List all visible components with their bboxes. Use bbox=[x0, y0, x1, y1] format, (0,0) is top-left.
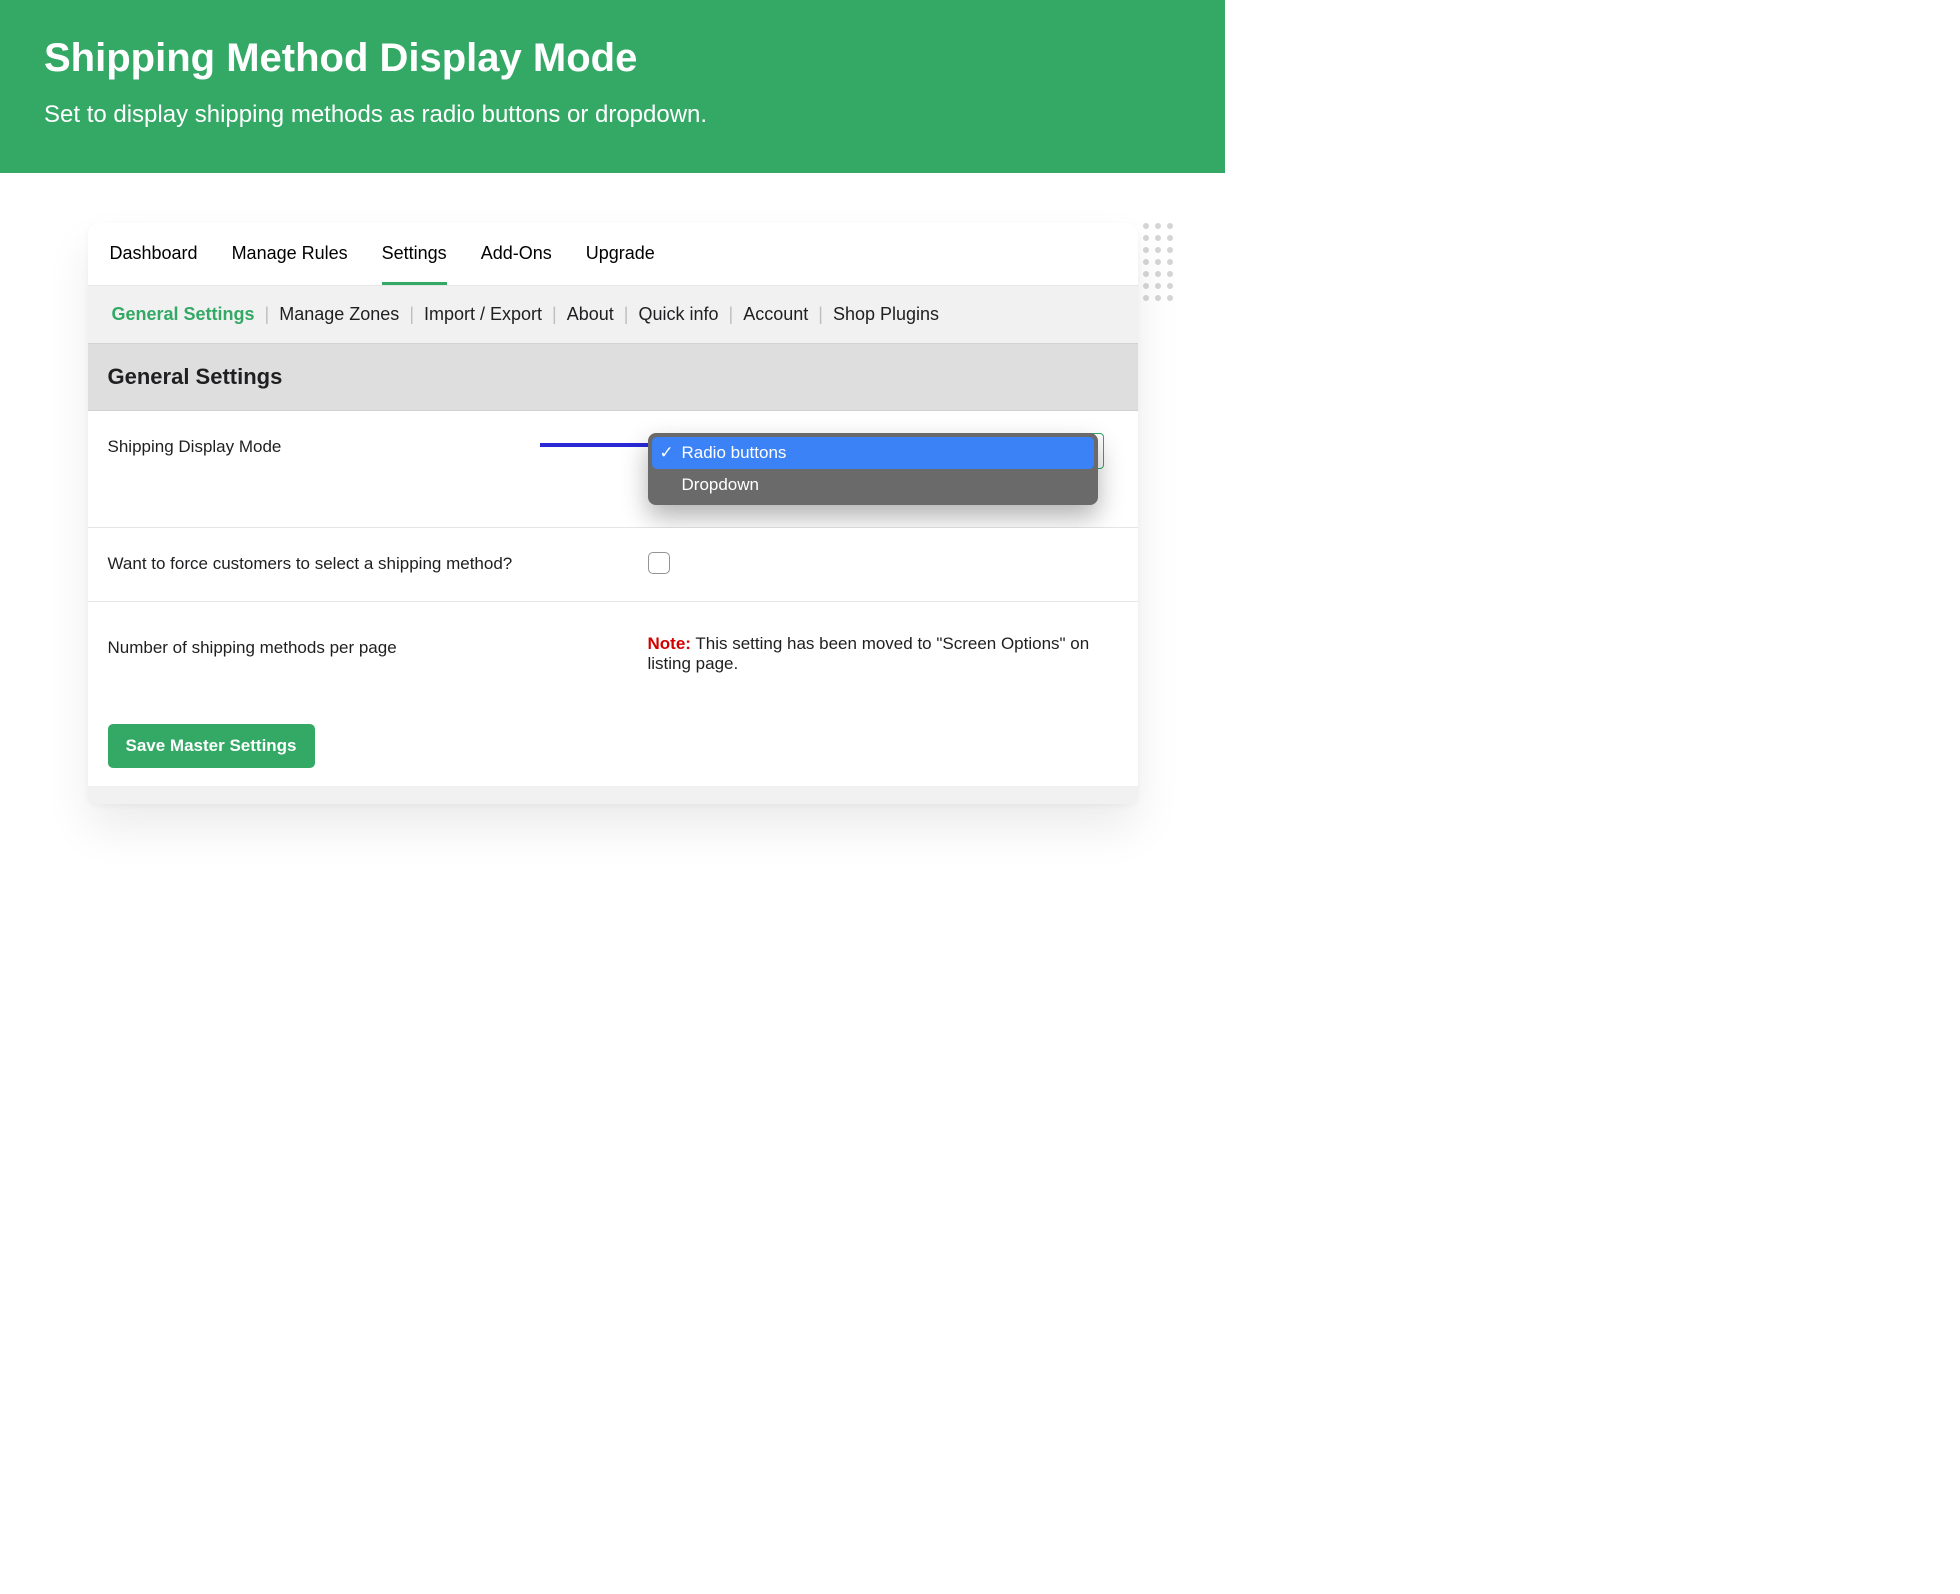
primary-tabs: Dashboard Manage Rules Settings Add-Ons … bbox=[88, 223, 1138, 286]
option-dropdown[interactable]: ✓ Dropdown bbox=[652, 469, 1094, 501]
check-icon: ✓ bbox=[660, 443, 674, 463]
label-shipping-display-mode: Shipping Display Mode bbox=[108, 433, 648, 457]
section-heading: General Settings bbox=[88, 343, 1138, 411]
subtab-manage-zones[interactable]: Manage Zones bbox=[269, 304, 409, 325]
shipping-display-mode-dropdown[interactable]: ✓ Radio buttons ✓ Dropdown bbox=[648, 433, 1098, 505]
settings-panel: Dashboard Manage Rules Settings Add-Ons … bbox=[88, 223, 1138, 804]
subtab-account[interactable]: Account bbox=[733, 304, 818, 325]
save-row: Save Master Settings bbox=[88, 706, 1138, 786]
label-force-select: Want to force customers to select a ship… bbox=[108, 550, 648, 574]
subtab-shop-plugins[interactable]: Shop Plugins bbox=[823, 304, 949, 325]
note-text: This setting has been moved to "Screen O… bbox=[648, 634, 1090, 673]
tab-manage-rules[interactable]: Manage Rules bbox=[232, 223, 348, 285]
note-methods-per-page: Note: This setting has been moved to "Sc… bbox=[648, 634, 1118, 674]
row-force-select: Want to force customers to select a ship… bbox=[88, 528, 1138, 602]
content-stage: Dashboard Manage Rules Settings Add-Ons … bbox=[0, 173, 1225, 914]
decorative-dot-grid bbox=[1143, 223, 1181, 301]
force-select-checkbox[interactable] bbox=[648, 552, 670, 574]
subtab-import-export[interactable]: Import / Export bbox=[414, 304, 552, 325]
tab-settings[interactable]: Settings bbox=[382, 223, 447, 285]
tab-dashboard[interactable]: Dashboard bbox=[110, 223, 198, 285]
row-shipping-display-mode: Shipping Display Mode ✓ Radio buttons ✓ bbox=[88, 411, 1138, 528]
note-prefix: Note: bbox=[648, 634, 691, 653]
hero-banner: Shipping Method Display Mode Set to disp… bbox=[0, 0, 1225, 173]
option-label: Dropdown bbox=[682, 475, 760, 495]
save-master-settings-button[interactable]: Save Master Settings bbox=[108, 724, 315, 768]
page-title: Shipping Method Display Mode bbox=[44, 36, 1181, 81]
control-shipping-display-mode: ✓ Radio buttons ✓ Dropdown bbox=[648, 433, 1118, 505]
tab-add-ons[interactable]: Add-Ons bbox=[481, 223, 552, 285]
subtab-about[interactable]: About bbox=[557, 304, 624, 325]
subtab-quick-info[interactable]: Quick info bbox=[628, 304, 728, 325]
option-radio-buttons[interactable]: ✓ Radio buttons bbox=[652, 437, 1094, 469]
page-subtitle: Set to display shipping methods as radio… bbox=[44, 101, 1181, 129]
label-methods-per-page: Number of shipping methods per page bbox=[108, 634, 648, 658]
secondary-tabs: General Settings | Manage Zones | Import… bbox=[88, 286, 1138, 343]
control-force-select bbox=[648, 550, 1118, 579]
option-label: Radio buttons bbox=[682, 443, 787, 463]
subtab-general-settings[interactable]: General Settings bbox=[102, 304, 265, 325]
row-methods-per-page: Number of shipping methods per page Note… bbox=[88, 602, 1138, 706]
tab-upgrade[interactable]: Upgrade bbox=[586, 223, 655, 285]
